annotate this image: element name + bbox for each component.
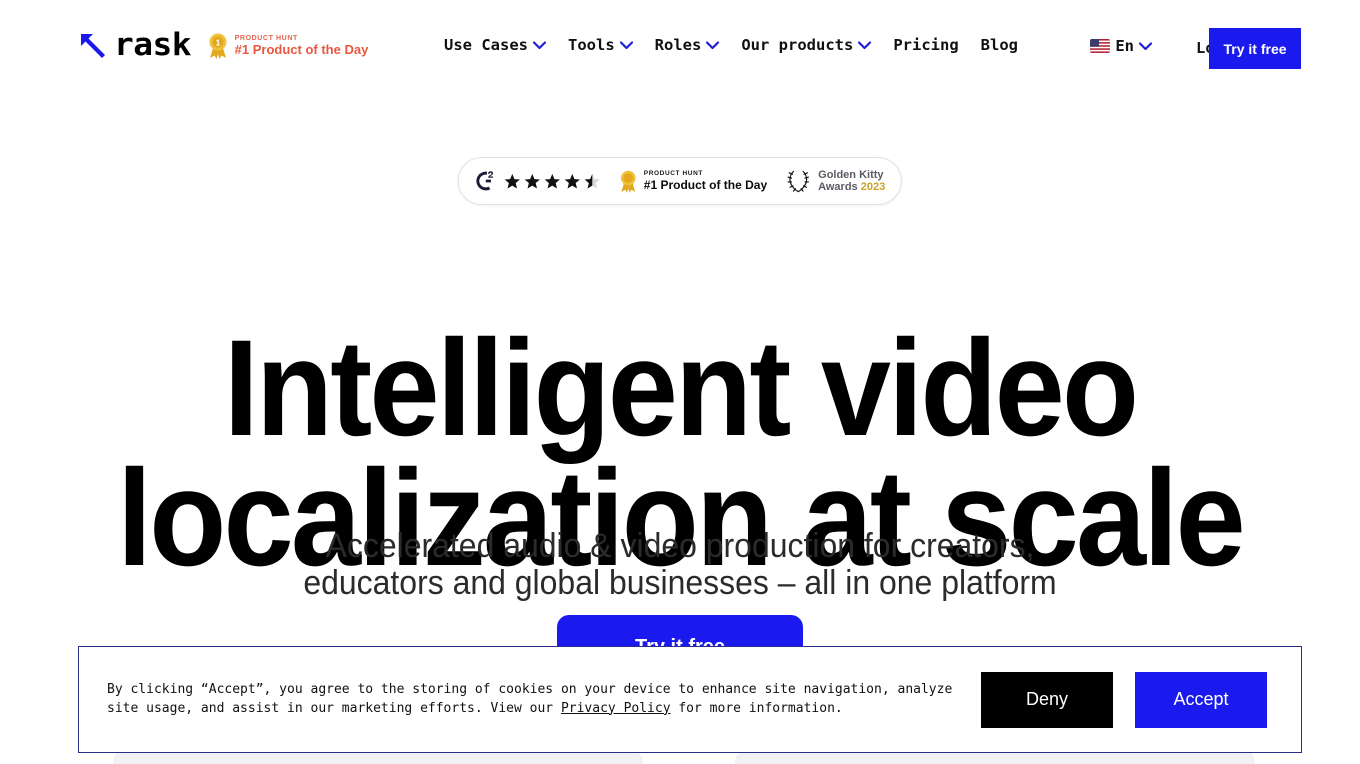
laurel-wreath-icon xyxy=(787,170,810,193)
chevron-down-icon xyxy=(1139,41,1152,50)
badge-golden-kitty[interactable]: Golden Kitty Awards 2023 xyxy=(785,168,885,194)
star-icon xyxy=(504,173,520,189)
g2-star-rating xyxy=(504,173,601,190)
nav-item-pricing[interactable]: Pricing xyxy=(893,36,958,54)
cookie-text-after-link: for more information. xyxy=(670,700,843,716)
arrow-up-left-icon xyxy=(81,33,105,58)
hero-subtitle-line1: Accelerated audio & video production for… xyxy=(325,527,1035,565)
nav-item-blog[interactable]: Blog xyxy=(981,36,1018,54)
badge-ph-text: PRODUCT HUNT #1 Product of the Day xyxy=(643,169,768,192)
language-label: En xyxy=(1115,37,1134,55)
chevron-down-icon xyxy=(619,40,633,49)
brand-area: rask 1 PRODUCT HUNT #1 Product of the Da… xyxy=(78,30,368,61)
hero-subtitle-line2: educators and global businesses – all in… xyxy=(303,563,1057,602)
nav-item-tools[interactable]: Tools xyxy=(568,36,633,54)
logo-wordmark: rask xyxy=(114,27,192,63)
g2-logo-icon xyxy=(476,171,494,191)
site-header: rask 1 PRODUCT HUNT #1 Product of the Da… xyxy=(0,0,1360,96)
cookie-consent-text: By clicking “Accept”, you agree to the s… xyxy=(107,681,967,718)
nav-label-pricing: Pricing xyxy=(893,36,959,54)
nav-item-our-products[interactable]: Our products xyxy=(741,36,872,54)
logo-rask[interactable]: rask xyxy=(78,30,192,61)
primary-nav: Use Cases Tools Roles Our products Prici… xyxy=(444,36,1018,54)
badge-ph-kicker: PRODUCT HUNT xyxy=(643,169,703,177)
nav-item-roles[interactable]: Roles xyxy=(655,36,720,54)
nav-label-blog: Blog xyxy=(980,36,1018,54)
star-icon xyxy=(544,173,560,189)
cookie-deny-button[interactable]: Deny xyxy=(981,671,1113,728)
us-flag-icon xyxy=(1090,39,1111,53)
medal-icon xyxy=(620,170,636,193)
svg-text:1: 1 xyxy=(215,38,220,47)
page-root: rask 1 PRODUCT HUNT #1 Product of the Da… xyxy=(0,0,1360,764)
golden-kitty-year: 2023 xyxy=(860,181,886,193)
privacy-policy-link[interactable]: Privacy Policy xyxy=(561,701,671,716)
language-selector[interactable]: En xyxy=(1090,37,1152,55)
header-product-hunt-badge[interactable]: 1 PRODUCT HUNT #1 Product of the Day xyxy=(207,33,369,59)
nav-label-roles: Roles xyxy=(654,36,702,54)
badge-ph-title: #1 Product of the Day xyxy=(643,177,768,192)
header-ph-text: PRODUCT HUNT #1 Product of the Day xyxy=(235,35,369,57)
badge-product-hunt[interactable]: PRODUCT HUNT #1 Product of the Day xyxy=(619,170,767,193)
medal-icon: 1 xyxy=(209,33,227,59)
awards-badge-bar: PRODUCT HUNT #1 Product of the Day Golde… xyxy=(457,157,903,205)
star-icon xyxy=(564,173,580,189)
nav-item-use-cases[interactable]: Use Cases xyxy=(444,36,546,54)
nav-label-tools: Tools xyxy=(568,36,615,54)
header-try-it-free-button[interactable]: Try it free xyxy=(1209,28,1301,69)
hero-subtitle: Accelerated audio & video production for… xyxy=(41,528,1319,601)
chevron-down-icon xyxy=(858,40,872,49)
g2-rating-badge[interactable] xyxy=(475,170,601,192)
header-ph-title: #1 Product of the Day xyxy=(234,41,369,57)
chevron-down-icon xyxy=(533,40,546,49)
header-ph-kicker: PRODUCT HUNT xyxy=(234,34,298,42)
cookie-actions: Deny Accept xyxy=(981,671,1267,728)
nav-label-our-products: Our products xyxy=(741,36,854,54)
chevron-down-icon xyxy=(706,40,720,49)
star-half-icon xyxy=(584,173,600,189)
cookie-accept-button[interactable]: Accept xyxy=(1135,671,1267,728)
cookie-consent-banner: By clicking “Accept”, you agree to the s… xyxy=(78,646,1302,753)
golden-kitty-line2: Awards xyxy=(818,181,858,193)
golden-kitty-line1: Golden Kitty xyxy=(818,168,884,181)
nav-label-use-cases: Use Cases xyxy=(444,36,528,54)
star-icon xyxy=(524,173,540,189)
golden-kitty-text: Golden Kitty Awards 2023 xyxy=(818,169,885,193)
